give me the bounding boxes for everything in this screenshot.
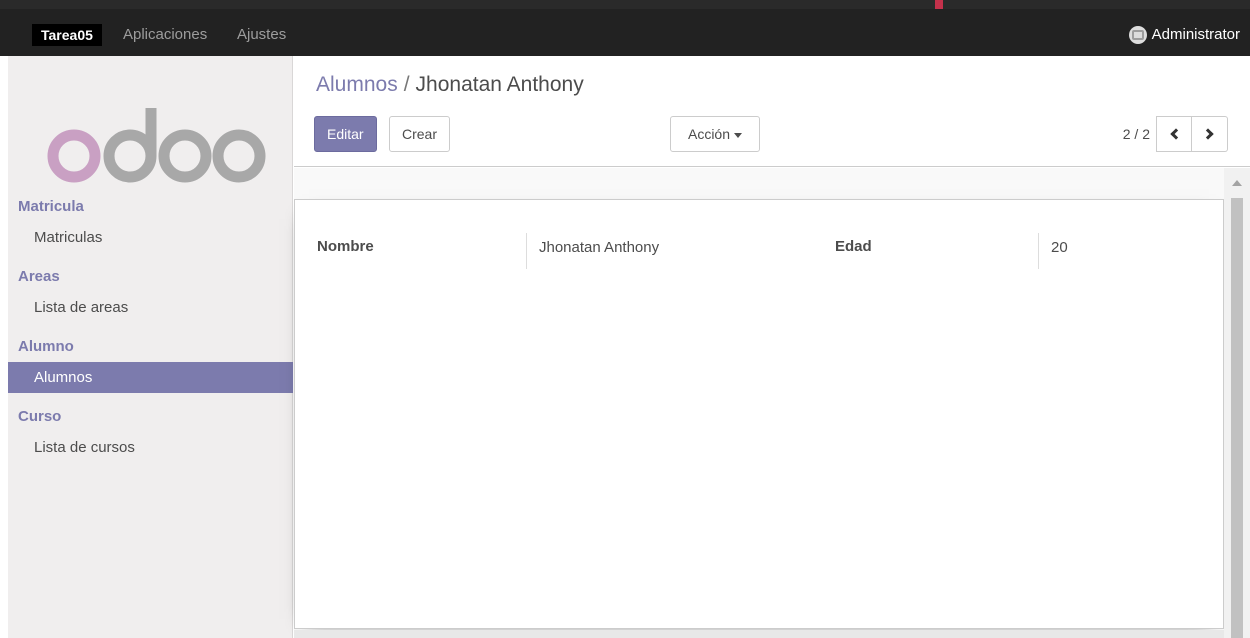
sidebar-section-alumno: Alumno [18,338,74,355]
sheet-shadow-bottom [294,630,1224,638]
user-menu[interactable]: Administrator [1128,24,1240,46]
user-name: Administrator [1151,26,1240,43]
chevron-right-icon [1202,128,1214,140]
breadcrumb-separator: / [403,73,410,96]
field-value-edad: 20 [1038,233,1158,269]
scrollbar-thumb[interactable] [1231,198,1243,638]
scroll-up-icon[interactable] [1232,180,1242,186]
pager-counter[interactable]: 2 / 2 [1123,126,1150,142]
odoo-logo [47,108,266,183]
sidebar-item-lista-de-cursos[interactable]: Lista de cursos [8,432,293,463]
edit-button[interactable]: Editar [314,116,377,152]
field-label-edad: Edad [835,238,872,255]
field-value-nombre: Jhonatan Anthony [526,233,826,269]
sidebar-section-curso: Curso [18,408,62,425]
create-button[interactable]: Crear [389,116,451,152]
breadcrumb: Alumnos / Jhonatan Anthony [316,73,584,97]
sidebar-item-matriculas[interactable]: Matriculas [8,222,293,253]
breadcrumb-current: Jhonatan Anthony [415,73,584,96]
action-dropdown[interactable]: Acción [670,116,760,152]
form-sheet: Nombre Jhonatan Anthony Edad 20 [294,199,1224,629]
pager-next-button[interactable] [1192,116,1228,152]
pager-previous-button[interactable] [1156,116,1192,152]
sidebar-section-areas: Areas [18,268,60,285]
sidebar-item-lista-de-areas[interactable]: Lista de areas [8,292,293,323]
menu-item-ajustes[interactable]: Ajustes [237,24,286,46]
window-top-strip [0,0,1250,9]
app-brand[interactable]: Tarea05 [32,24,102,46]
breadcrumb-parent-link[interactable]: Alumnos [316,73,398,96]
vertical-scrollbar[interactable] [1224,168,1250,638]
control-panel: Alumnos / Jhonatan Anthony Editar Crear Ac… [294,56,1250,167]
caret-down-icon [734,132,743,138]
main-navbar: Tarea05 Aplicaciones Ajustes Administrat… [0,9,1250,56]
chevron-left-icon [1169,128,1182,140]
sidebar-section-matricula: Matricula [18,198,84,215]
action-label: Acción [687,126,731,142]
form-view-area: Nombre Jhonatan Anthony Edad 20 [294,168,1250,638]
menu-item-aplicaciones[interactable]: Aplicaciones [123,24,207,46]
sidebar-item-alumnos[interactable]: Alumnos [8,362,293,393]
field-label-nombre: Nombre [317,238,374,255]
user-avatar-icon [1128,26,1147,44]
top-accent [935,0,943,9]
sidebar: Matricula Matriculas Areas Lista de area… [8,56,293,638]
pager: 2 / 2 [1123,116,1228,152]
